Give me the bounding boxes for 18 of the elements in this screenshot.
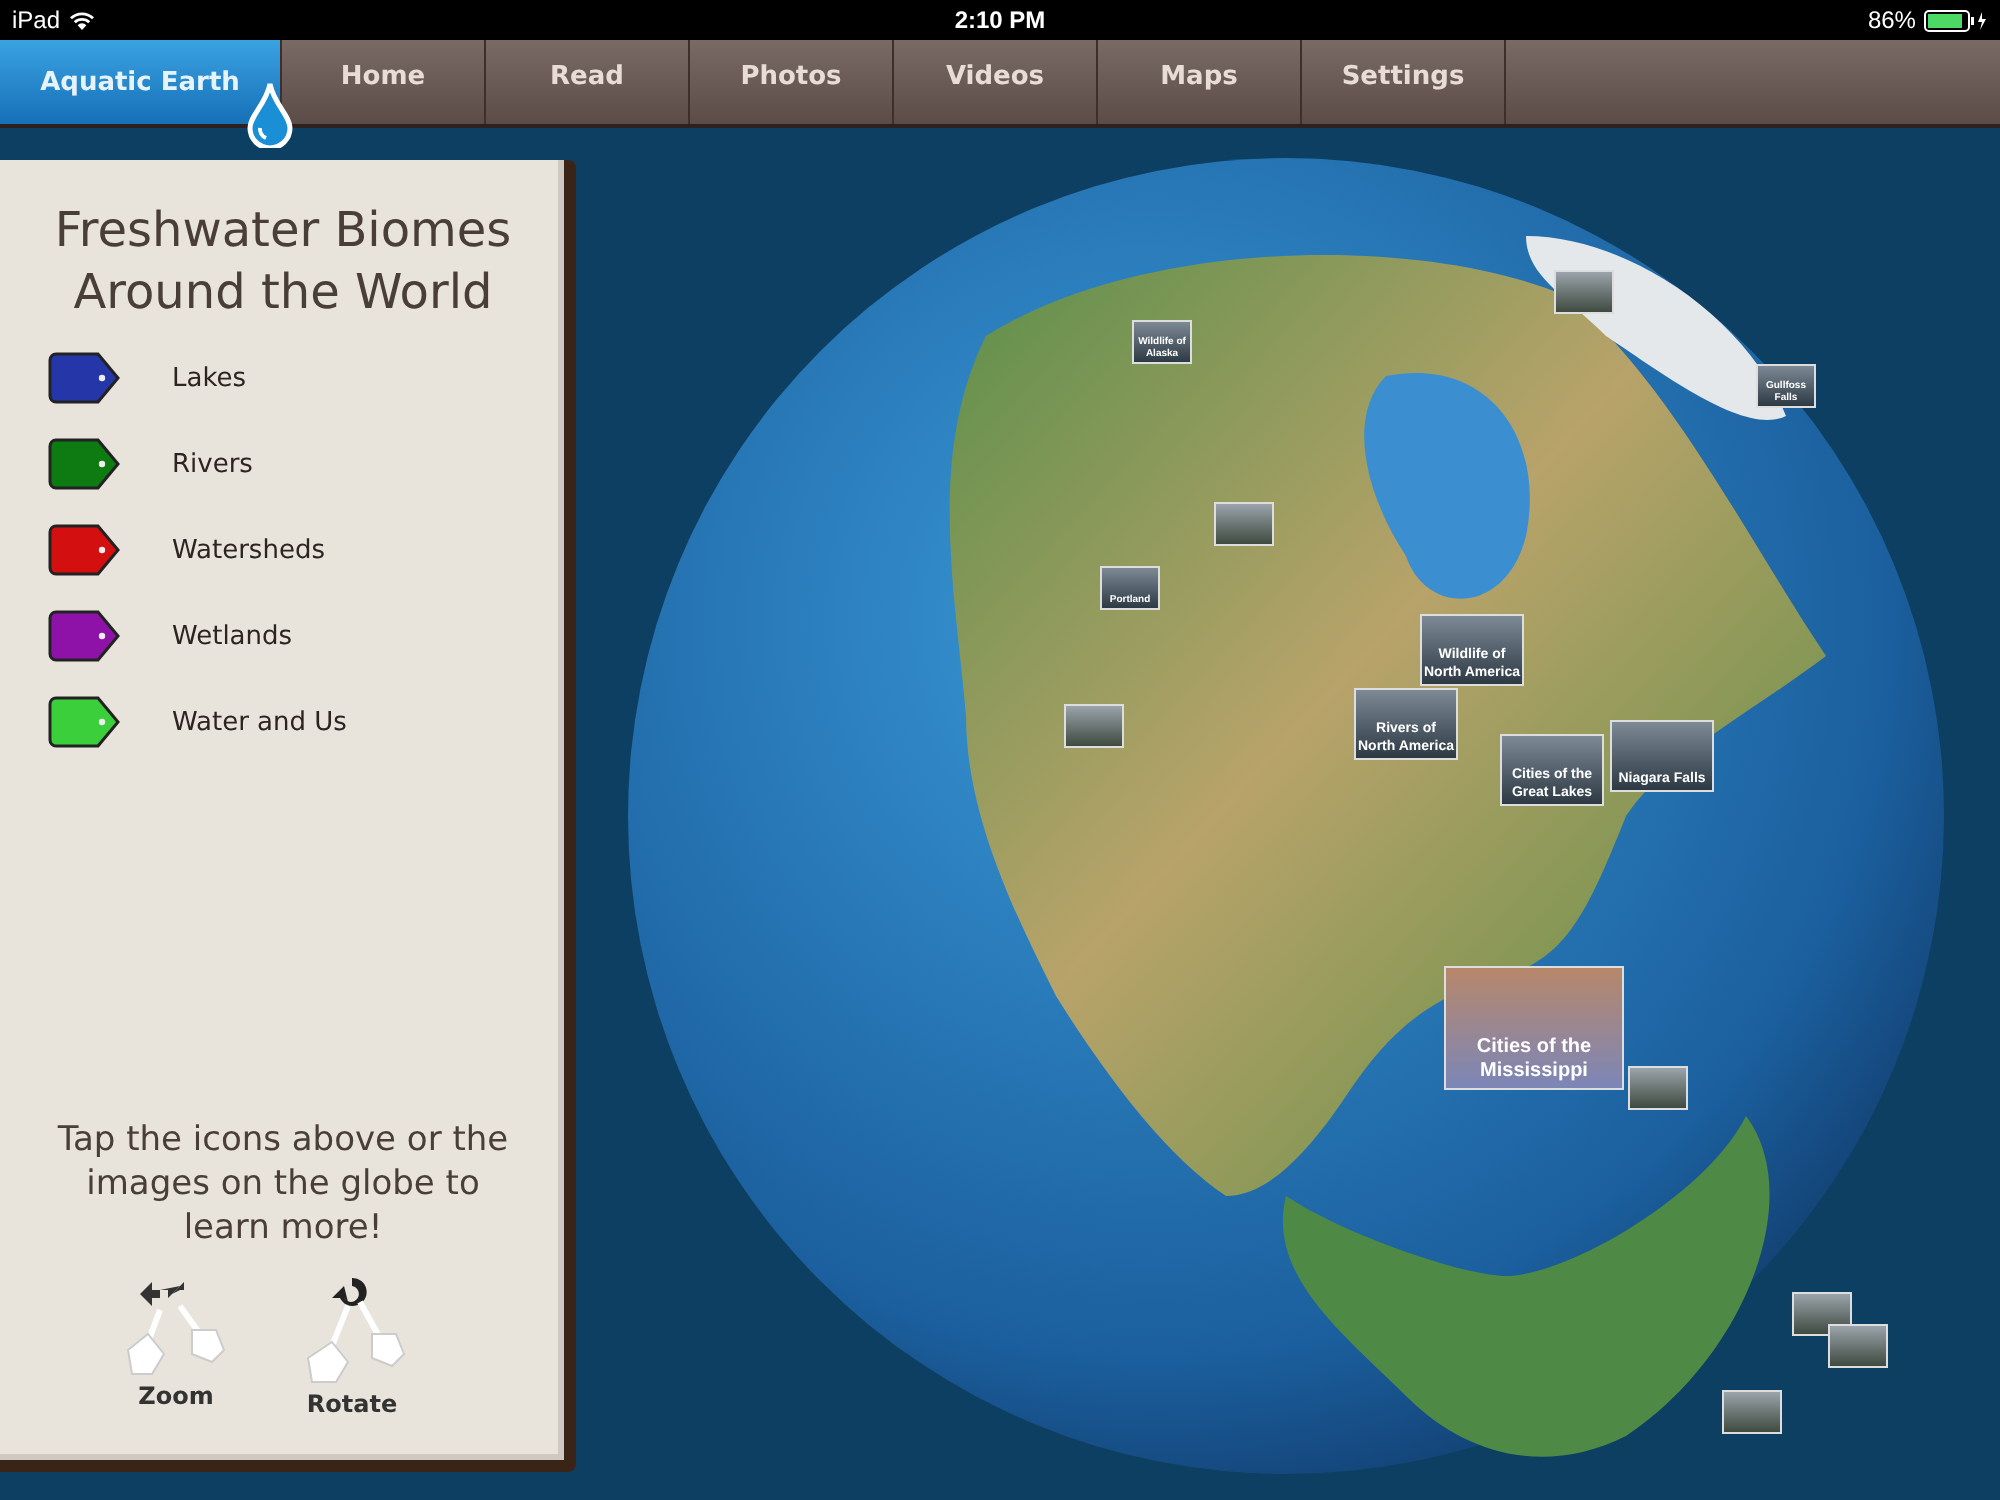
gesture-label: Rotate: [306, 1390, 398, 1418]
legend-label[interactable]: Wetlands: [172, 621, 293, 651]
legend-label[interactable]: Water and Us: [172, 707, 347, 737]
legend-label[interactable]: Rivers: [172, 449, 253, 479]
battery-percent: 86%: [1867, 6, 1916, 34]
nav-tab[interactable]: Read: [486, 40, 690, 124]
legend-label[interactable]: Lakes: [172, 363, 247, 393]
nav-tab[interactable]: Videos: [894, 40, 1098, 124]
panel-title: Freshwater Biomes Around the World: [52, 200, 514, 324]
nav-tab[interactable]: Maps: [1098, 40, 1302, 124]
device-name: iPad: [12, 6, 61, 34]
hint-text: Tap the icons above or the images on the globe to learn more!: [55, 1118, 511, 1250]
legend-label[interactable]: Watersheds: [172, 535, 325, 565]
gesture-label: Zoom: [138, 1382, 214, 1410]
status-time: 2:10 PM: [954, 6, 1046, 34]
photo-pin[interactable]: Cities of the Mississippi: [1444, 966, 1624, 1090]
nav-tab[interactable]: Settings: [1302, 40, 1506, 124]
nav-tab[interactable]: Photos: [690, 40, 894, 124]
